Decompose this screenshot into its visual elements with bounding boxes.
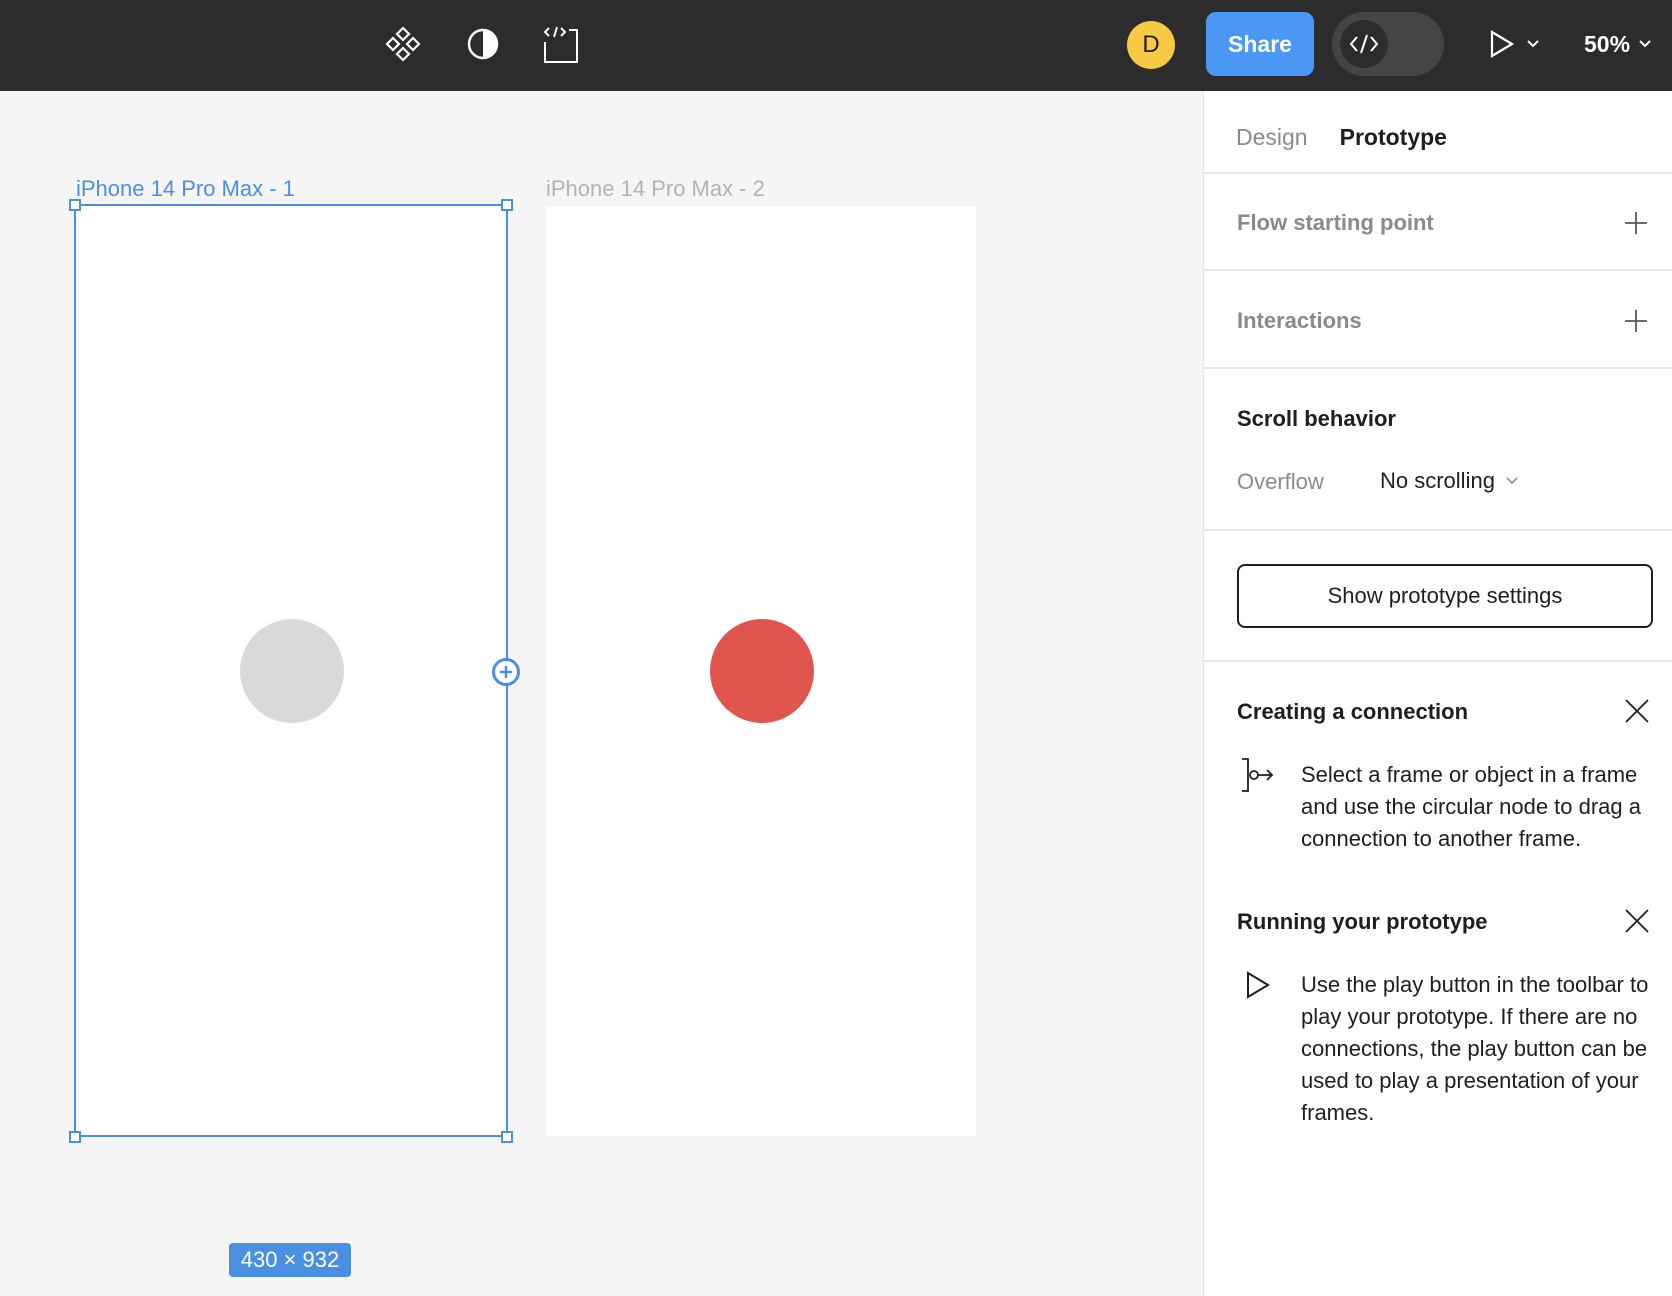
hint-text: Use the play button in the toolbar to pl… (1301, 972, 1649, 1125)
frame-label[interactable]: iPhone 14 Pro Max - 1 (76, 176, 295, 202)
show-prototype-settings-button[interactable]: Show prototype settings (1237, 564, 1653, 628)
present-button[interactable] (1488, 24, 1540, 64)
flow-starting-point-title: Flow starting point (1237, 210, 1434, 235)
dev-frame-icon[interactable] (539, 22, 583, 66)
canvas[interactable]: iPhone 14 Pro Max - 1 430 × 932 iPhone 1… (0, 91, 1203, 1296)
divider (1204, 529, 1672, 531)
connection-icon (1242, 758, 1274, 792)
hint-title: Running your prototype (1237, 909, 1488, 934)
toolbar: D Share 50% (0, 0, 1672, 91)
zoom-menu[interactable]: 50% (1584, 24, 1652, 64)
play-icon (1247, 971, 1270, 999)
overflow-label: Overflow (1237, 469, 1324, 494)
divider (1204, 269, 1672, 271)
panel-tabs: Design Prototype (1236, 115, 1447, 159)
share-button[interactable]: Share (1206, 12, 1314, 76)
chevron-down-icon (1506, 477, 1518, 485)
chevron-down-icon (1527, 40, 1539, 48)
hint-title: Creating a connection (1237, 699, 1469, 724)
resize-handle-bottom-right[interactable] (501, 1131, 513, 1143)
hint-text: Select a frame or object in a frame and … (1301, 762, 1642, 851)
overflow-value: No scrolling (1380, 468, 1495, 493)
properties-panel: Design Prototype Flow starting point Int… (1203, 91, 1672, 1296)
frame-iphone-2[interactable] (546, 206, 976, 1136)
tab-design[interactable]: Design (1236, 124, 1308, 151)
selection-outline (74, 204, 508, 1137)
divider (1204, 367, 1672, 369)
user-avatar[interactable]: D (1127, 21, 1175, 69)
close-icon[interactable] (1624, 908, 1650, 934)
scroll-behavior-title: Scroll behavior (1237, 406, 1396, 431)
components-icon[interactable] (381, 22, 425, 66)
close-icon[interactable] (1624, 698, 1650, 724)
divider (1204, 172, 1672, 174)
interactions-title: Interactions (1237, 308, 1362, 333)
plus-icon (500, 666, 512, 678)
resize-handle-top-left[interactable] (69, 199, 81, 211)
chevron-down-icon (1639, 40, 1651, 48)
divider (1204, 660, 1672, 662)
resize-handle-bottom-left[interactable] (69, 1131, 81, 1143)
frame-size-badge: 430 × 932 (229, 1243, 351, 1277)
resize-handle-top-right[interactable] (501, 199, 513, 211)
frame-label[interactable]: iPhone 14 Pro Max - 2 (546, 176, 765, 202)
overflow-select[interactable]: No scrolling (1380, 461, 1519, 501)
play-icon (1490, 30, 1515, 58)
dev-mode-toggle[interactable] (1332, 12, 1444, 76)
circle-shape[interactable] (710, 619, 814, 723)
contrast-icon[interactable] (461, 22, 505, 66)
add-flow-icon[interactable] (1624, 211, 1648, 235)
tab-prototype[interactable]: Prototype (1340, 124, 1447, 151)
dev-mode-code-icon (1340, 20, 1388, 68)
connection-node[interactable] (492, 658, 520, 686)
add-interaction-icon[interactable] (1624, 309, 1648, 333)
zoom-level: 50% (1584, 30, 1631, 57)
